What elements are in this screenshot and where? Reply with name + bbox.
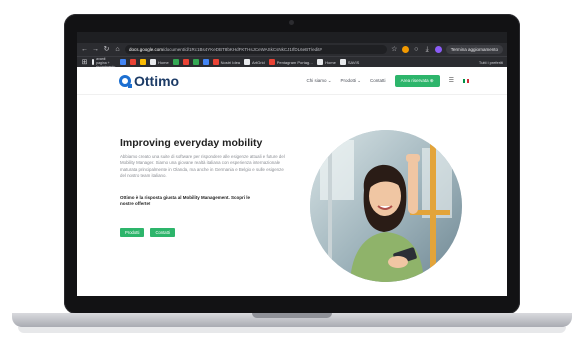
bookmark-item[interactable] bbox=[182, 59, 189, 65]
laptop-base bbox=[12, 313, 572, 327]
bookmark-favicon-icon bbox=[202, 59, 209, 65]
hero-buttons: Prodotti Contatti bbox=[120, 228, 175, 237]
url-path: /document/d/1Rc1Bs4YKeDBT8bKHdFKTHsJCeWA… bbox=[163, 47, 322, 52]
bookmark-favicon-icon bbox=[244, 59, 251, 65]
logo-text: Ottimo bbox=[134, 72, 180, 89]
star-icon[interactable]: ☆ bbox=[391, 46, 398, 53]
bookmark-item[interactable]: Grafica avanti pagina + risorgimento bbox=[92, 57, 116, 67]
italian-flag-icon[interactable] bbox=[463, 78, 469, 83]
menu-contatti[interactable]: Contatti bbox=[370, 78, 386, 83]
prodotti-button[interactable]: Prodotti bbox=[120, 228, 145, 237]
bookmark-favicon-icon bbox=[130, 59, 136, 65]
reload-icon[interactable]: ↻ bbox=[103, 46, 110, 53]
bookmark-item[interactable] bbox=[192, 59, 199, 65]
bookmark-favicon-icon bbox=[172, 59, 179, 65]
bookmark-favicon-icon bbox=[317, 59, 324, 65]
contatti-button[interactable]: Contatti bbox=[150, 228, 175, 237]
home-icon[interactable]: ⌂ bbox=[114, 46, 121, 53]
bookmark-item[interactable] bbox=[130, 59, 136, 65]
bookmark-label: Home bbox=[158, 59, 169, 65]
bookmark-favicon-icon bbox=[339, 59, 346, 65]
bookmark-label: ArtGrid bbox=[252, 59, 265, 65]
back-icon[interactable]: ← bbox=[81, 46, 88, 53]
bookmark-favicon-icon bbox=[182, 59, 189, 65]
area-riservata-button[interactable]: Area riservata ⊕ bbox=[394, 74, 440, 87]
bookmark-favicon-icon bbox=[140, 59, 146, 65]
site-header: Ottimo Chi siamo ⌄ Prodotti ⌄ Contatti A… bbox=[77, 67, 507, 95]
apps-icon[interactable]: ⊞ bbox=[81, 59, 88, 66]
browser-tab-bar bbox=[77, 32, 507, 43]
extension-icon[interactable] bbox=[401, 46, 409, 53]
webcam bbox=[289, 20, 294, 25]
profile-avatar[interactable] bbox=[434, 46, 442, 53]
bookmark-label: Nostri Idea bbox=[220, 59, 241, 65]
menu-chi-siamo[interactable]: Chi siamo ⌄ bbox=[306, 78, 331, 84]
bookmark-favicon-icon bbox=[268, 59, 275, 65]
all-bookmarks-button[interactable]: Tutti i preferiti bbox=[479, 60, 503, 65]
update-button[interactable]: Termina aggiornamento bbox=[445, 45, 503, 54]
bookmark-item[interactable]: ArtGrid bbox=[244, 59, 265, 65]
bookmark-label: Pentagram Portag… bbox=[276, 59, 314, 65]
bookmark-favicon-icon bbox=[192, 59, 199, 65]
bookmarks-bar: ⊞ Grafica avanti pagina + risorgimento Ho… bbox=[77, 56, 507, 67]
hero-photo-woman-on-bus bbox=[310, 130, 462, 282]
hero-tagline: Ottimo è la risposta giusta al Mobility … bbox=[120, 195, 251, 207]
bookmark-item[interactable] bbox=[140, 59, 146, 65]
bookmark-item[interactable]: Nostri Idea bbox=[212, 59, 241, 65]
bookmark-item[interactable] bbox=[202, 59, 209, 65]
logo-mark-icon bbox=[119, 74, 132, 88]
hero-photo-illustration bbox=[310, 130, 462, 282]
laptop-lid: ← → ↻ ⌂ docs.google.com /document/d/1Rc1… bbox=[64, 14, 520, 314]
menu-prodotti[interactable]: Prodotti ⌄ bbox=[341, 78, 362, 84]
bookmark-favicon-icon bbox=[150, 59, 156, 65]
bookmark-item[interactable]: Pentagram Portag… bbox=[268, 59, 314, 65]
bookmark-favicon-icon bbox=[92, 59, 95, 65]
bookmark-label: Grafica avanti pagina + risorgimento bbox=[96, 57, 116, 67]
bookmark-label: Home bbox=[325, 59, 336, 65]
main-menu: Chi siamo ⌄ Prodotti ⌄ Contatti Area ris… bbox=[306, 74, 469, 87]
bookmark-item[interactable]: Home bbox=[150, 59, 169, 65]
bookmark-favicon-icon bbox=[120, 59, 126, 65]
hamburger-menu-icon[interactable]: ☰ bbox=[449, 77, 454, 84]
url-host: docs.google.com bbox=[129, 47, 164, 52]
bookmark-item[interactable]: SAVIS bbox=[339, 59, 360, 65]
address-bar[interactable]: docs.google.com /document/d/1Rc1Bs4YKeDB… bbox=[125, 45, 387, 54]
bookmark-item[interactable] bbox=[172, 59, 179, 65]
bookmark-label: SAVIS bbox=[347, 59, 360, 65]
hero-description: Abbiamo creato una suite di software per… bbox=[120, 154, 285, 179]
hero-title: Improving everyday mobility bbox=[120, 137, 263, 149]
forward-icon[interactable]: → bbox=[92, 46, 99, 53]
hero-section: Improving everyday mobility Abbiamo crea… bbox=[77, 95, 507, 296]
bookmark-item[interactable]: Home bbox=[317, 59, 336, 65]
laptop-screen: ← → ↻ ⌂ docs.google.com /document/d/1Rc1… bbox=[77, 32, 507, 296]
laptop-notch bbox=[252, 313, 332, 318]
ottimo-logo[interactable]: Ottimo bbox=[119, 73, 179, 89]
bookmark-favicon-icon bbox=[212, 59, 219, 65]
download-icon[interactable]: ⤓ bbox=[424, 46, 431, 53]
laptop-shadow bbox=[18, 327, 566, 333]
bookmark-item[interactable] bbox=[120, 59, 126, 65]
browser-toolbar: ← → ↻ ⌂ docs.google.com /document/d/1Rc1… bbox=[77, 43, 507, 56]
refresh-extension-icon[interactable]: ○ bbox=[413, 46, 420, 53]
